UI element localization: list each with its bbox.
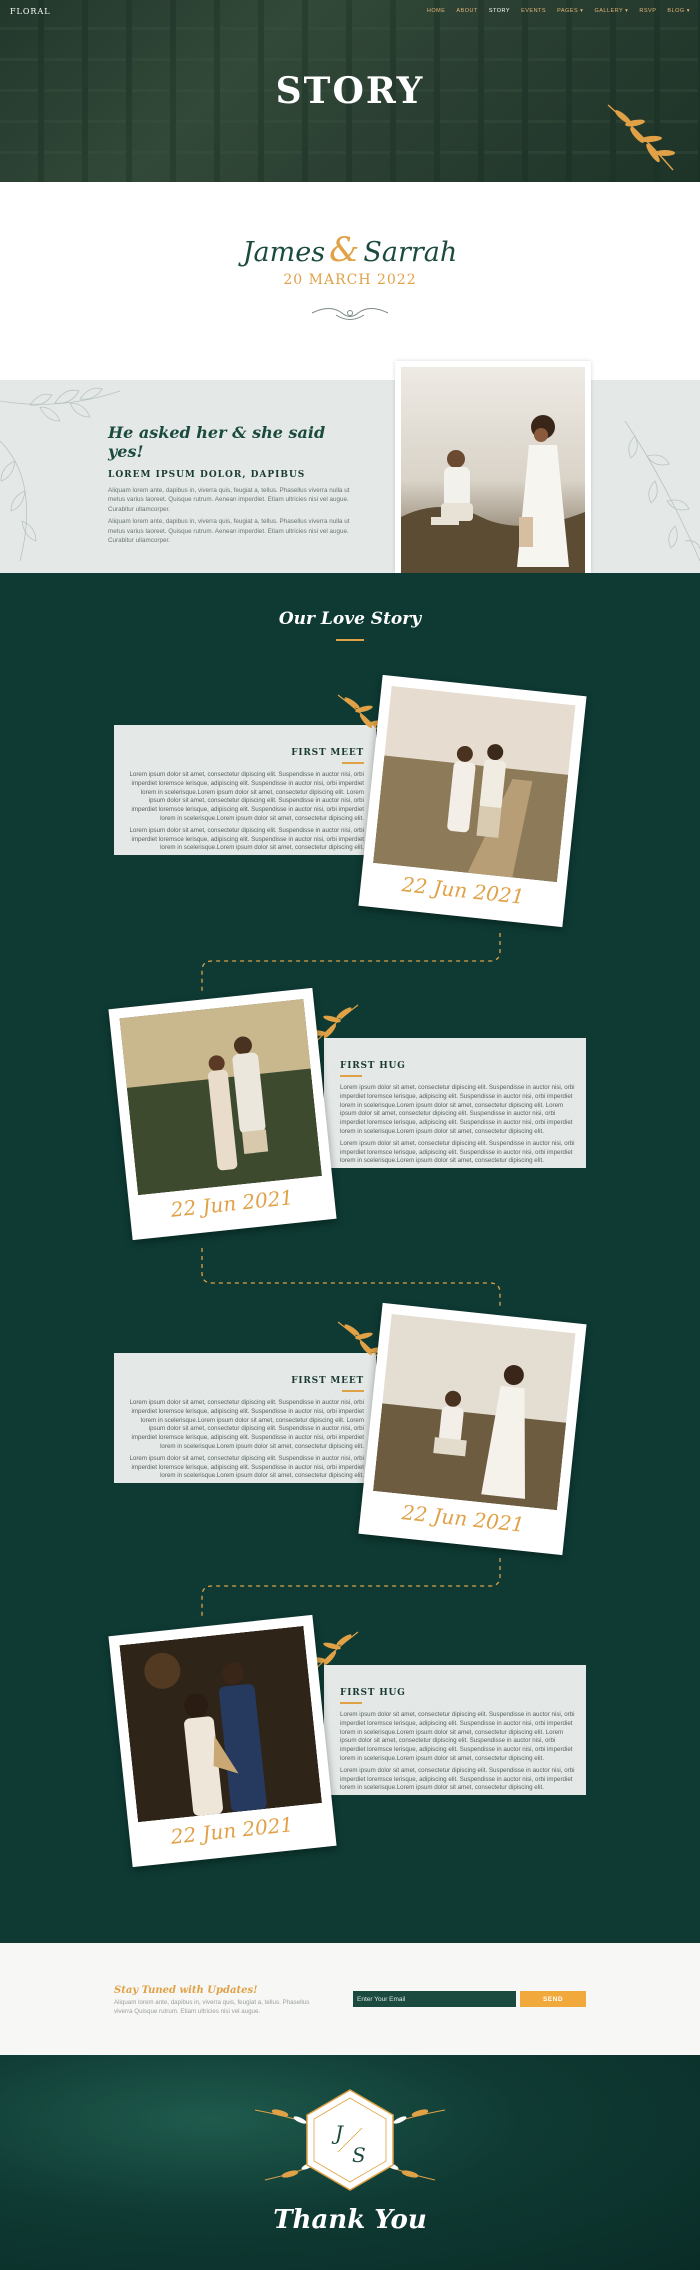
proposal-photo-image [401, 367, 585, 573]
polaroid-photo: 22 Jun 2021 [358, 1302, 587, 1556]
nav-menu: HOME ABOUT STORY EVENTS PAGES ▾ GALLERY … [427, 8, 690, 14]
story-card: FIRST HUG Lorem ipsum dolor sit amet, co… [324, 1665, 586, 1795]
proposal-subheading: LOREM IPSUM DOLOR, DAPIBUS [108, 470, 306, 480]
proposal-heading: He asked her & she said yes! [108, 423, 326, 461]
story-card-text: Lorem ipsum dolor sit amet, consectetur … [340, 1766, 575, 1792]
nav-item-rsvp[interactable]: RSVP [639, 8, 656, 14]
nav-item-about[interactable]: ABOUT [456, 8, 477, 14]
site-logo[interactable]: FLORAL [10, 7, 51, 16]
story-card-text: Lorem ipsum dolor sit amet, consectetur … [129, 771, 364, 822]
chevron-down-icon: ▾ [580, 8, 584, 14]
chevron-down-icon: ▾ [686, 8, 690, 14]
couple-names: James & Sarrah [242, 230, 458, 270]
proposal-paragraph: Aliquam lorem ante, dapibus in, viverra … [108, 518, 350, 545]
first-hug-photo [119, 998, 323, 1196]
nav-item-blog[interactable]: BLOG ▾ [667, 8, 690, 14]
nav-item-gallery[interactable]: GALLERY ▾ [594, 8, 628, 14]
story-card-text: Lorem ipsum dolor sit amet, consectetur … [340, 1084, 575, 1135]
email-input[interactable] [353, 1991, 516, 2007]
wedding-date: 20 MARCH 2022 [283, 272, 417, 288]
polaroid-photo: 22 Jun 2021 [358, 674, 587, 928]
story-card-text: Lorem ipsum dolor sit amet, consectetur … [340, 1711, 575, 1762]
nav-item-home[interactable]: HOME [427, 8, 446, 14]
newsletter-title: Stay Tuned with Updates! [114, 1985, 258, 1996]
love-story-section: Our Love Story FIRST MEET Lorem ipsum do… [0, 573, 700, 1943]
send-button[interactable]: SEND [520, 1991, 586, 2007]
nav-item-events[interactable]: EVENTS [521, 8, 546, 14]
hero-banner: FLORAL HOME ABOUT STORY EVENTS PAGES ▾ G… [0, 0, 700, 182]
proposal-photo [395, 361, 591, 573]
story-card-text: Lorem ipsum dolor sit amet, consectetur … [340, 1139, 575, 1165]
story-card: FIRST HUG Lorem ipsum dolor sit amet, co… [324, 1038, 586, 1168]
story-card-text: Lorem ipsum dolor sit amet, consectetur … [129, 1399, 364, 1450]
top-navigation: FLORAL HOME ABOUT STORY EVENTS PAGES ▾ G… [0, 0, 700, 22]
flourish-divider-icon [311, 308, 389, 320]
story-card-text: Lorem ipsum dolor sit amet, consectetur … [129, 826, 364, 852]
monogram-initial: S [352, 2143, 366, 2167]
story-card-title: FIRST HUG [340, 1688, 406, 1698]
leaf-branch-icon [607, 104, 675, 171]
wedding-celebration-photo [119, 1625, 323, 1823]
couple-names-section: James & Sarrah 20 MARCH 2022 [0, 182, 700, 357]
page-title: STORY [275, 70, 425, 112]
thank-you-heading: Thank You [273, 2205, 427, 2235]
nav-item-pages[interactable]: PAGES ▾ [557, 8, 583, 14]
first-meet-photo [372, 685, 576, 883]
leaf-outline-decoration-icon [624, 420, 700, 562]
story-card-title: FIRST MEET [291, 1376, 364, 1386]
newsletter-section: Stay Tuned with Updates! Aliquam lorem a… [0, 1943, 700, 2055]
proposal-knee-photo [372, 1313, 576, 1511]
story-card-title: FIRST HUG [340, 1061, 406, 1071]
polaroid-photo: 22 Jun 2021 [108, 1614, 337, 1868]
story-card-title: FIRST MEET [291, 748, 364, 758]
story-card-text: Lorem ipsum dolor sit amet, consectetur … [129, 1454, 364, 1480]
chevron-down-icon: ▾ [625, 8, 629, 14]
polaroid-photo: 22 Jun 2021 [108, 987, 337, 1241]
newsletter-text: Aliquam lorem ante, dapibus in, viverra … [114, 1999, 310, 2015]
proposal-paragraph: Aliquam lorem ante, dapibus in, viverra … [108, 487, 350, 513]
proposal-section: He asked her & she said yes! LOREM IPSUM… [0, 361, 700, 573]
monogram-emblem: J S [254, 2089, 446, 2191]
footer: J S Thank You [0, 2055, 700, 2270]
nav-item-story[interactable]: STORY [489, 8, 510, 14]
